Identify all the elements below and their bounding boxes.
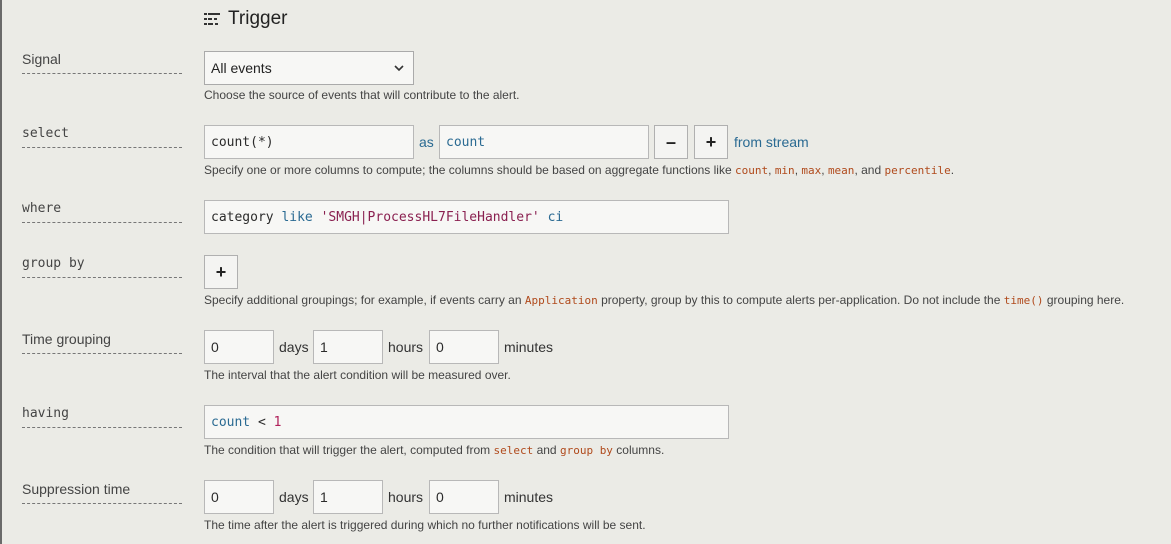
select-help: Specify one or more columns to compute; … (204, 163, 954, 177)
having-help-suffix: columns. (616, 443, 665, 457)
where-flag: ci (547, 209, 564, 225)
suppression-time-label: Suppression time (22, 481, 182, 504)
signal-label: Signal (22, 51, 182, 74)
days-label: days (279, 489, 309, 505)
having-help-text: The condition that will trigger the aler… (204, 443, 491, 457)
from-stream-label: from stream (734, 134, 809, 150)
func-min: min (774, 164, 795, 177)
days-label: days (279, 339, 309, 355)
func-mean: mean (827, 164, 855, 177)
time-grouping-hours-input[interactable]: 1 (313, 330, 383, 364)
select-alias-input[interactable]: count (439, 125, 649, 159)
having-help-and: and (536, 443, 557, 457)
func-count: count (735, 164, 769, 177)
time-grouping-minutes-input[interactable]: 0 (429, 330, 499, 364)
group-by-help-text: Specify additional groupings; for exampl… (204, 293, 522, 307)
suppression-minutes-input[interactable]: 0 (429, 480, 499, 514)
group-by-label: group by (22, 256, 182, 278)
select-expression-input[interactable]: count(*) (204, 125, 414, 159)
having-rhs: 1 (273, 414, 282, 430)
add-grouping-button[interactable]: + (204, 255, 238, 289)
sep: . (950, 163, 955, 177)
where-string: 'SMGH|ProcessHL7FileHandler' (320, 209, 540, 225)
suppression-days-input[interactable]: 0 (204, 480, 274, 514)
suppression-hours-input[interactable]: 1 (313, 480, 383, 514)
section-title: Trigger (204, 8, 287, 30)
minutes-label: minutes (504, 339, 554, 355)
add-column-button[interactable]: + (694, 125, 728, 159)
group-by-help: Specify additional groupings; for exampl… (204, 293, 1124, 307)
minutes-label: minutes (504, 489, 554, 505)
as-label: as (419, 134, 434, 150)
hours-label: hours (388, 489, 424, 505)
where-label: where (22, 201, 182, 223)
signal-selected-value: All events (211, 60, 272, 76)
chevron-down-icon (394, 65, 404, 72)
group-by-help-mid: property, group by this to compute alert… (601, 293, 1001, 307)
having-operator: < (257, 414, 266, 430)
signal-select[interactable]: All events (204, 51, 414, 85)
where-input[interactable]: category like 'SMGH|ProcessHL7FileHandle… (204, 200, 729, 234)
where-column: category (211, 209, 274, 225)
code-select: select (493, 444, 534, 457)
having-label: having (22, 406, 182, 428)
sep: , (821, 163, 825, 177)
select-help-text: Specify one or more columns to compute; … (204, 163, 732, 177)
having-help: The condition that will trigger the aler… (204, 443, 664, 457)
sep: , and (854, 163, 882, 177)
sep: , (794, 163, 799, 177)
suppression-help: The time after the alert is triggered du… (204, 518, 646, 532)
time-grouping-help: The interval that the alert condition wi… (204, 368, 511, 382)
sep: , (768, 163, 772, 177)
where-operator: like (281, 209, 313, 225)
func-percentile: percentile (884, 164, 951, 177)
code-group-by: group by (559, 444, 613, 457)
signal-help: Choose the source of events that will co… (204, 88, 520, 102)
having-lhs: count (211, 414, 251, 430)
hours-label: hours (388, 339, 424, 355)
having-input[interactable]: count < 1 (204, 405, 729, 439)
section-title-text: Trigger (228, 8, 288, 29)
time-grouping-days-input[interactable]: 0 (204, 330, 274, 364)
remove-column-button[interactable]: – (654, 125, 688, 159)
code-application: Application (524, 294, 598, 307)
group-by-help-suffix: grouping here. (1046, 293, 1125, 307)
code-time: time() (1003, 294, 1044, 307)
time-grouping-label: Time grouping (22, 331, 182, 354)
filter-list-icon (204, 13, 220, 25)
func-max: max (801, 164, 822, 177)
select-label: select (22, 126, 182, 148)
